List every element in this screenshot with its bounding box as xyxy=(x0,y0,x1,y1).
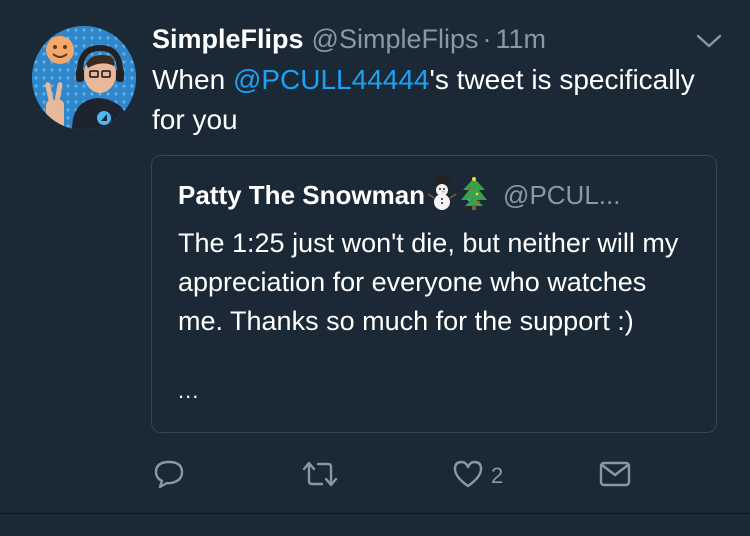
mention-link[interactable]: @PCULL44444 xyxy=(233,64,430,95)
author-handle[interactable]: @SimpleFlips xyxy=(312,24,479,55)
reply-button[interactable] xyxy=(152,458,186,494)
tweet-divider xyxy=(0,513,750,536)
envelope-icon xyxy=(598,457,632,496)
tweet-time[interactable]: 11m xyxy=(496,24,547,55)
author-name[interactable]: SimpleFlips xyxy=(152,24,304,55)
quoted-tweet[interactable]: Patty The Snowman @PCUL... The 1:25 just… xyxy=(151,155,717,433)
tweet-text-before: When xyxy=(152,64,233,95)
like-count: 2 xyxy=(491,463,504,488)
chevron-down-icon[interactable] xyxy=(694,30,724,52)
quoted-tweet-text: The 1:25 just won't die, but neither wil… xyxy=(178,228,679,336)
like-button[interactable]: 2 xyxy=(451,458,503,494)
snowman-emoji-icon xyxy=(427,176,457,215)
avatar[interactable] xyxy=(32,26,136,130)
tweet[interactable]: SimpleFlips @SimpleFlips · 11m When @PCU… xyxy=(0,0,750,515)
heart-icon xyxy=(451,457,485,496)
quoted-author-handle: @PCUL... xyxy=(503,180,621,210)
quoted-author-name: Patty The Snowman xyxy=(178,180,426,210)
quoted-tweet-ellipsis: ... xyxy=(178,378,200,403)
christmas-tree-emoji-icon xyxy=(459,176,489,215)
tweet-text: When @PCULL44444's tweet is specifically… xyxy=(152,60,712,140)
quoted-tweet-header: Patty The Snowman @PCUL... xyxy=(178,176,620,215)
separator-dot: · xyxy=(482,24,492,54)
retweet-button[interactable] xyxy=(300,458,340,494)
retweet-icon xyxy=(300,457,340,496)
tweet-header: SimpleFlips @SimpleFlips · 11m xyxy=(152,24,546,58)
reply-icon xyxy=(152,457,186,496)
direct-message-button[interactable] xyxy=(598,458,632,494)
tweet-actions: 2 xyxy=(0,458,750,498)
